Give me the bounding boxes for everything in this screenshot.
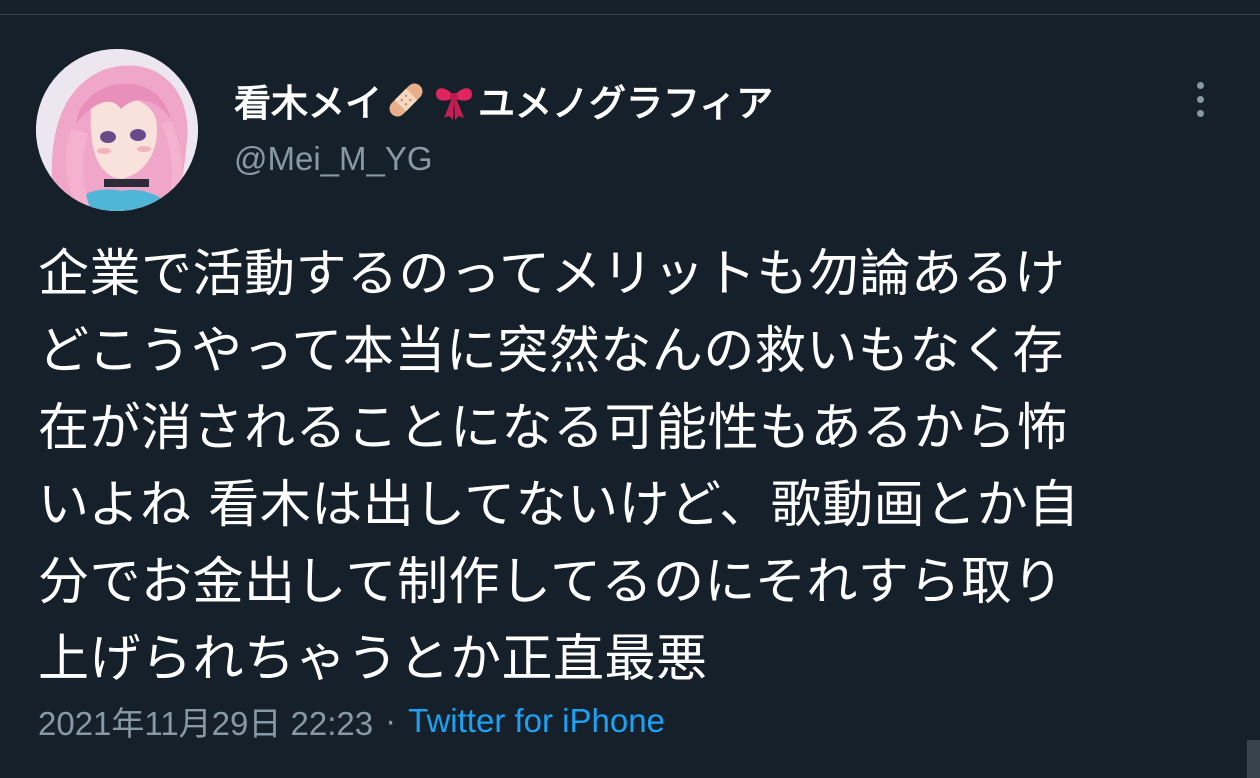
top-divider: [0, 0, 1260, 15]
tweet-meta: 2021年11月29日 22:23 · Twitter for iPhone: [38, 698, 665, 744]
display-name-suffix: ユメノグラフィア: [478, 82, 774, 125]
tweet-text: 企業で活動するのってメリットも勿論あるけ どこうやって本当に突然なんの救いもなく…: [38, 245, 1080, 689]
display-name-main: 看木メイ: [234, 82, 382, 125]
avatar[interactable]: [36, 49, 198, 211]
more-dot-icon: [1196, 95, 1204, 103]
timestamp-link[interactable]: 2021年11月29日 22:23: [38, 697, 373, 745]
user-handle[interactable]: @Mei_M_YG: [234, 140, 433, 178]
more-dot-icon: [1196, 109, 1204, 117]
ribbon-icon: [432, 78, 476, 122]
more-options-button[interactable]: [1180, 76, 1220, 122]
meta-separator: ·: [385, 702, 397, 739]
more-dot-icon: [1196, 81, 1204, 89]
scrollbar-thumb[interactable]: [1247, 740, 1260, 778]
tweet-card: 看木メイ ユメノグラフィア @Mei_M_YG 企業で活動するのってメリットも勿…: [0, 0, 1260, 778]
source-link[interactable]: Twitter for iPhone: [408, 702, 665, 740]
adhesive-bandage-icon: [384, 78, 428, 122]
display-name[interactable]: 看木メイ ユメノグラフィア: [234, 76, 774, 125]
